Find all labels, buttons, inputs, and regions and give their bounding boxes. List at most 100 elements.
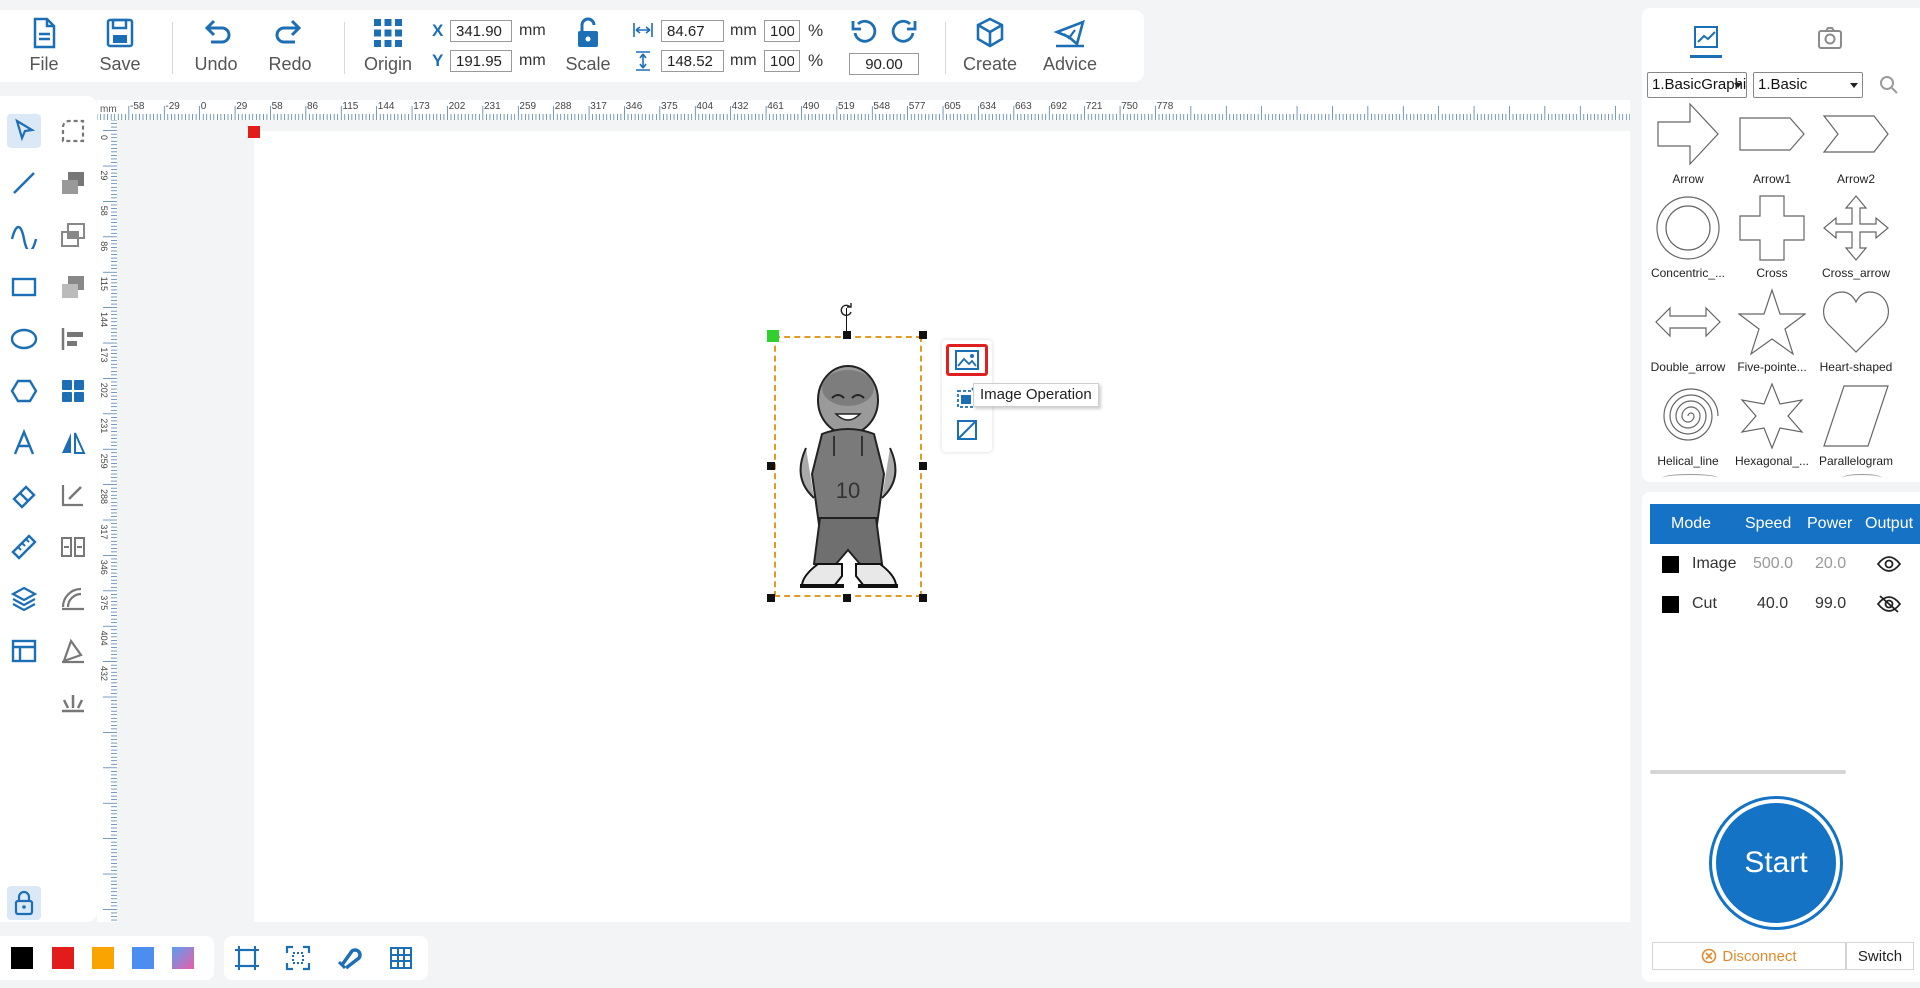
switch-button[interactable]: Switch [1846, 942, 1914, 970]
create-button[interactable]: Create [958, 16, 1022, 78]
hexagon-icon [10, 379, 38, 403]
template-tool[interactable] [7, 634, 41, 668]
x-position-input[interactable] [450, 20, 512, 42]
canvas-lock-button[interactable] [7, 886, 41, 920]
rotate-right-button[interactable] [889, 16, 919, 46]
combine-tool[interactable] [56, 166, 90, 200]
polygon-tool[interactable] [7, 374, 41, 408]
width-percent-input[interactable] [764, 20, 800, 42]
shape-item-cross-arrow[interactable]: Cross_arrow [1814, 194, 1898, 286]
pen-tool[interactable] [56, 634, 90, 668]
width-input[interactable] [661, 20, 724, 42]
tab-camera[interactable] [1810, 20, 1850, 56]
focus-selection-button[interactable] [283, 944, 313, 972]
shape-subcategory-select[interactable]: 1.Basic [1753, 72, 1863, 98]
grid-toggle-button[interactable] [386, 944, 416, 972]
eraser-tool[interactable] [7, 478, 41, 512]
shape-item-arrow[interactable]: Arrow [1646, 100, 1730, 192]
resize-handle-bottom-left[interactable] [767, 594, 775, 602]
shape-search-button[interactable] [1878, 74, 1900, 96]
height-unit: mm [730, 52, 757, 69]
eye-off-icon[interactable] [1877, 594, 1901, 614]
resize-handle-bottom-right[interactable] [919, 594, 927, 602]
resize-handle-bottom[interactable] [843, 594, 851, 602]
undo-button[interactable]: Undo [184, 16, 248, 78]
start-button[interactable]: Start [1712, 799, 1840, 927]
work-area[interactable] [254, 131, 1630, 922]
color-swatch-blue[interactable] [132, 947, 154, 969]
select-tool[interactable] [7, 114, 41, 148]
shape-name: Helical_line [1657, 454, 1719, 468]
scale-lock-button[interactable]: Scale [556, 16, 620, 78]
layer-speed: 40.0 [1757, 595, 1789, 612]
rotate-left-button[interactable] [849, 16, 879, 46]
layer-row-image[interactable]: Image 500.0 20.0 [1650, 544, 1920, 584]
color-swatch-red[interactable] [52, 947, 74, 969]
image-operation-button[interactable] [946, 344, 988, 376]
snap-magnet-button[interactable] [334, 944, 364, 972]
resize-handle-left[interactable] [767, 462, 775, 470]
resize-handle-top[interactable] [843, 331, 851, 339]
layer-row-cut[interactable]: Cut 40.0 99.0 [1650, 584, 1920, 624]
ellipse-icon [10, 328, 38, 350]
eye-icon[interactable] [1877, 554, 1901, 574]
shape-item-hexagonal-star[interactable]: Hexagonal_... [1730, 382, 1814, 474]
height-input[interactable] [661, 50, 724, 72]
horizontal-scrollbar[interactable] [1650, 770, 1846, 774]
advice-button[interactable]: Advice [1038, 16, 1102, 78]
rotate-handle[interactable] [838, 302, 854, 318]
ruler-tick-label: 144 [378, 101, 395, 112]
mirror-tool[interactable] [56, 426, 90, 460]
distribute-tool[interactable] [56, 530, 90, 564]
save-button[interactable]: Save [88, 16, 152, 78]
flare-tool[interactable] [56, 686, 90, 720]
shape-item-heart[interactable]: Heart-shaped [1814, 288, 1898, 380]
shape-item-concentric-circle[interactable]: Concentric_... [1646, 194, 1730, 286]
ruler-tool[interactable] [7, 530, 41, 564]
resize-handle-right[interactable] [919, 462, 927, 470]
shape-item-helical-line[interactable]: Helical_line [1646, 382, 1730, 474]
weld-tool[interactable] [56, 218, 90, 252]
shape-item-arrow1[interactable]: Arrow1 [1730, 100, 1814, 192]
color-swatch-pink[interactable] [172, 947, 194, 969]
shape-item-arrow2[interactable]: Arrow2 [1814, 100, 1898, 192]
layers-tool[interactable] [7, 582, 41, 616]
crop-button[interactable] [946, 414, 988, 446]
ruler-tick-label: 0 [201, 101, 207, 112]
shape-item-double-arrow[interactable]: Double_arrow [1646, 288, 1730, 380]
color-swatch-orange[interactable] [92, 947, 114, 969]
color-swatch-black[interactable] [11, 947, 33, 969]
layer-color-swatch[interactable] [1662, 596, 1679, 613]
layer-color-swatch[interactable] [1662, 556, 1679, 573]
y-position-input[interactable] [450, 50, 512, 72]
line-tool[interactable] [7, 166, 41, 200]
tab-shapes[interactable] [1686, 20, 1726, 58]
shape-item-cross[interactable]: Cross [1730, 194, 1814, 286]
anchor-handle[interactable] [767, 330, 779, 342]
fit-view-button[interactable] [232, 944, 262, 972]
measure-angle-tool[interactable] [56, 478, 90, 512]
subtract-tool[interactable] [56, 270, 90, 304]
origin-button[interactable]: Origin [356, 16, 420, 78]
shape-library-panel: 1.BasicGraphics 1.Basic Arrow Arrow1 Arr… [1642, 8, 1920, 482]
ellipse-tool[interactable] [7, 322, 41, 356]
file-button[interactable]: File [12, 16, 76, 78]
pen-nib-icon [62, 638, 84, 664]
node-edit-tool[interactable] [56, 114, 90, 148]
shape-item-five-pointed-star[interactable]: Five-pointe... [1730, 288, 1814, 380]
rotation-angle-input[interactable] [849, 53, 919, 75]
height-percent-input[interactable] [764, 50, 800, 72]
rectangle-icon [11, 277, 37, 297]
array-tool[interactable] [56, 374, 90, 408]
redo-button[interactable]: Redo [258, 16, 322, 78]
shape-item-parallelogram[interactable]: Parallelogram [1814, 382, 1898, 474]
align-tool[interactable] [56, 322, 90, 356]
disconnect-button[interactable]: Disconnect [1652, 942, 1846, 970]
resize-handle-top-right[interactable] [919, 331, 927, 339]
shape-category-select[interactable]: 1.BasicGraphics [1647, 72, 1747, 98]
subtract-shapes-icon [62, 276, 84, 298]
curve-tool[interactable] [7, 218, 41, 252]
rectangle-tool[interactable] [7, 270, 41, 304]
offset-tool[interactable] [56, 582, 90, 616]
text-tool[interactable] [7, 426, 41, 460]
